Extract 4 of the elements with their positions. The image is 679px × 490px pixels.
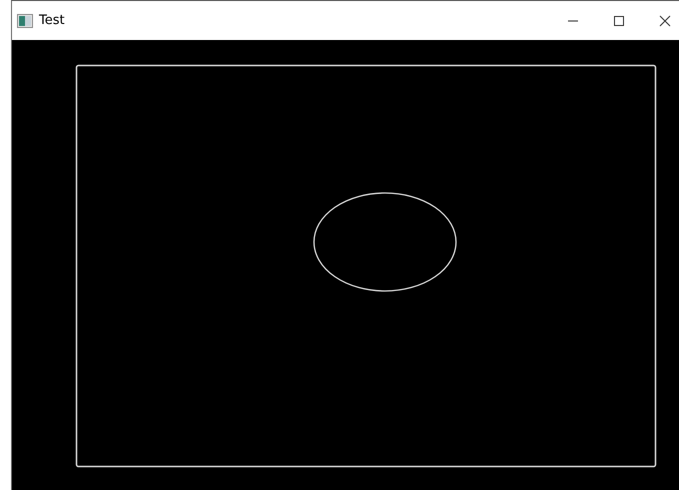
close-icon [659,14,671,26]
maximize-icon [613,14,625,26]
window-icon [17,14,33,28]
window-title: Test [39,13,65,28]
